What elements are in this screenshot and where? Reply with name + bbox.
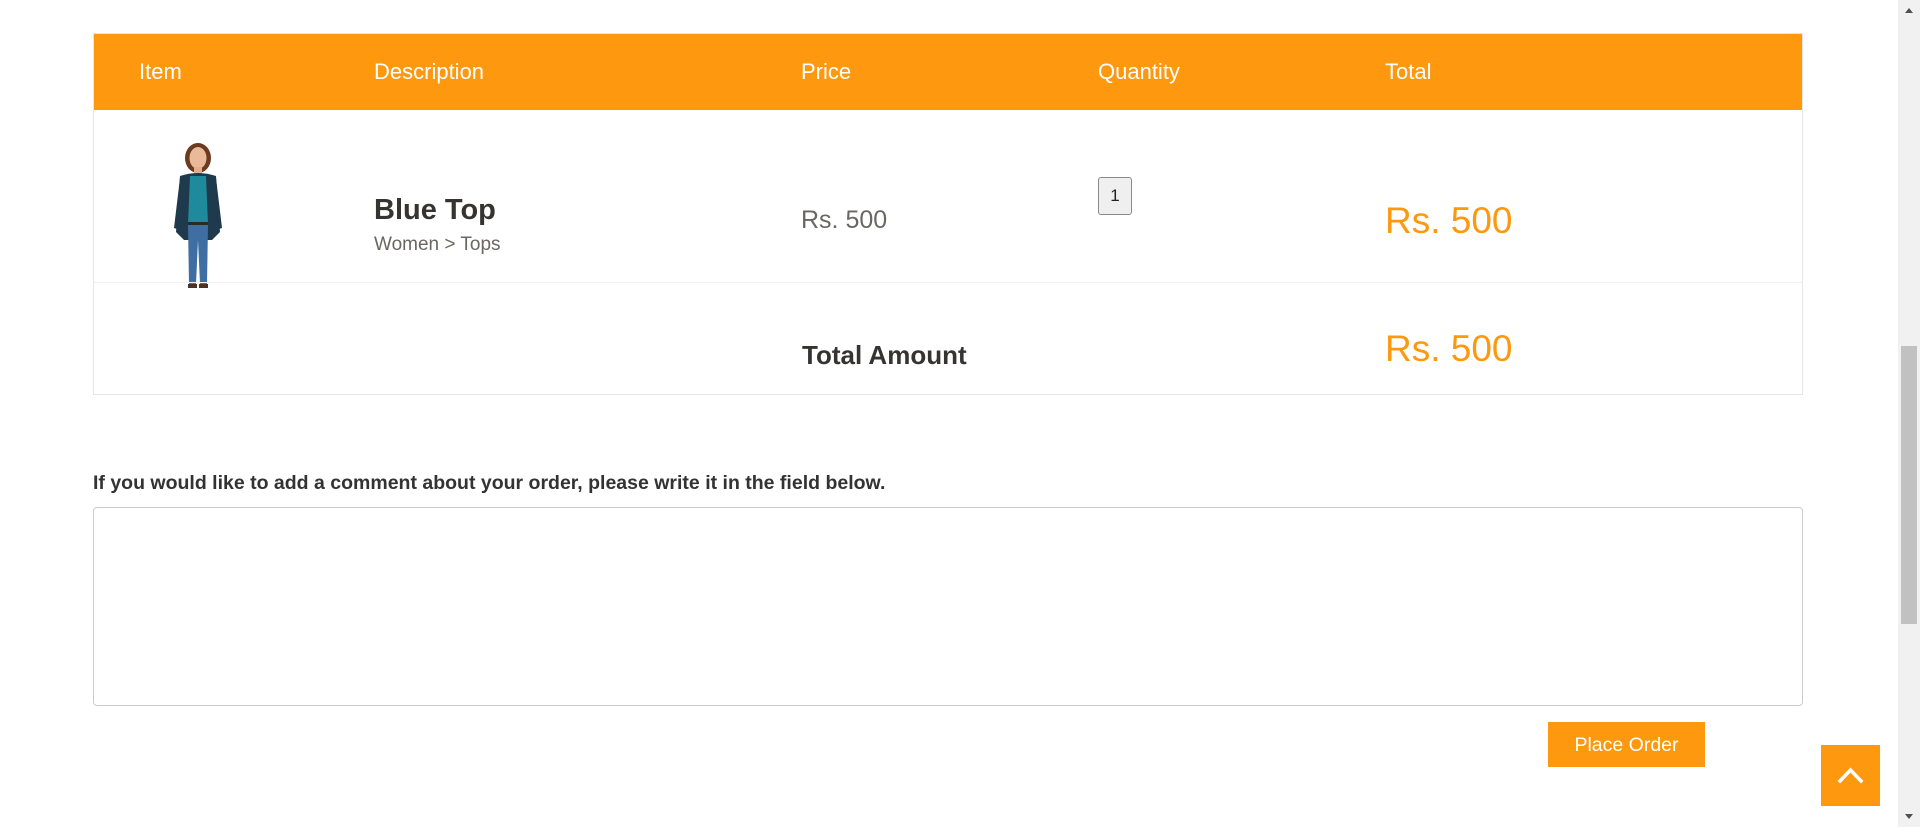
- total-amount-label: Total Amount: [802, 340, 967, 370]
- quantity-button[interactable]: 1: [1098, 177, 1132, 215]
- cart-table: Item Description Price Quantity Total Bl…: [93, 33, 1803, 395]
- page-scrollbar[interactable]: [1898, 0, 1920, 827]
- column-header-item: Item: [139, 59, 182, 84]
- product-image[interactable]: [144, 136, 252, 294]
- order-comment-textarea[interactable]: [93, 507, 1803, 706]
- product-name-link[interactable]: Blue Top: [374, 194, 496, 227]
- chevron-up-icon: [1837, 767, 1864, 784]
- checkout-page: Item Description Price Quantity Total Bl…: [0, 0, 1898, 827]
- comment-instructions: If you would like to add a comment about…: [93, 472, 886, 494]
- product-category: Women > Tops: [374, 234, 501, 255]
- column-header-price: Price: [801, 59, 852, 84]
- column-header-total: Total: [1385, 59, 1432, 84]
- woman-model-photo-icon: [144, 136, 252, 294]
- scrollbar-thumb[interactable]: [1901, 346, 1917, 624]
- row-divider: [94, 282, 1802, 283]
- total-amount-value: Rs. 500: [1385, 328, 1513, 369]
- product-price: Rs. 500: [801, 206, 888, 234]
- column-header-description: Description: [374, 59, 485, 84]
- cart-table-header: Item Description Price Quantity Total: [94, 34, 1802, 110]
- line-total-price: Rs. 500: [1385, 200, 1513, 241]
- place-order-button[interactable]: Place Order: [1548, 722, 1705, 767]
- scroll-down-arrow-icon[interactable]: [1898, 807, 1920, 827]
- scroll-to-top-button[interactable]: [1821, 745, 1880, 806]
- scroll-up-arrow-icon[interactable]: [1898, 0, 1920, 20]
- column-header-quantity: Quantity: [1098, 59, 1180, 84]
